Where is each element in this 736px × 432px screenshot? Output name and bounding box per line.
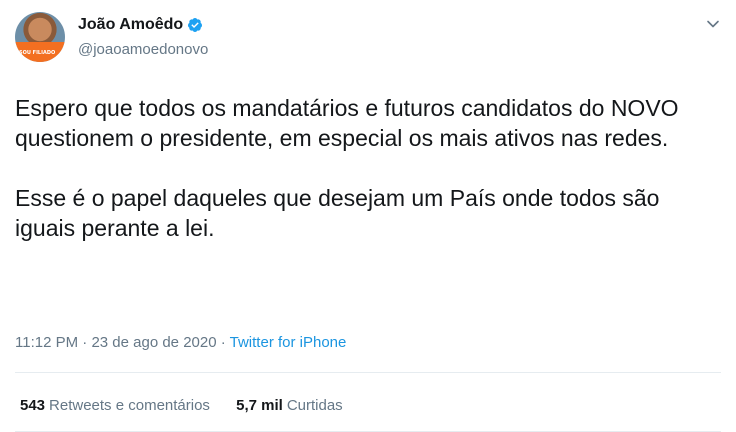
likes-label: Curtidas — [286, 397, 343, 414]
tweet-card: SOU FILIADO João Amoêdo @joaoamoedonovo … — [0, 0, 736, 432]
likes-count: 5,7 mil — [236, 397, 283, 414]
divider — [15, 372, 721, 373]
tweet-date[interactable]: 23 de ago de 2020 — [91, 334, 216, 351]
avatar[interactable]: SOU FILIADO — [15, 12, 65, 62]
tweet-source-link[interactable]: Twitter for iPhone — [230, 334, 347, 351]
tweet-text: Espero que todos os mandatários e futuro… — [15, 93, 715, 243]
retweets-stat[interactable]: 543 Retweets e comentários — [20, 396, 210, 416]
user-handle[interactable]: @joaoamoedonovo — [78, 41, 208, 59]
meta-separator: · — [82, 334, 88, 351]
tweet-time[interactable]: 11:12 PM — [15, 334, 78, 351]
tweet-paragraph: Esse é o papel daqueles que desejam um P… — [15, 185, 660, 241]
likes-stat[interactable]: 5,7 mil Curtidas — [236, 396, 343, 416]
display-name[interactable]: João Amoêdo — [78, 15, 183, 35]
retweets-label: Retweets e comentários — [49, 397, 210, 414]
tweet-paragraph: Espero que todos os mandatários e futuro… — [15, 95, 679, 151]
engagement-stats: 543 Retweets e comentários 5,7 mil Curtida… — [20, 396, 365, 416]
tweet-metadata: 11:12 PM · 23 de ago de 2020 · Twitter f… — [15, 333, 346, 353]
meta-separator: · — [220, 334, 226, 351]
chevron-down-icon[interactable] — [705, 16, 721, 32]
retweets-count: 543 — [20, 397, 46, 414]
verified-badge-icon — [187, 18, 202, 32]
avatar-badge-text: SOU FILIADO — [19, 50, 56, 56]
